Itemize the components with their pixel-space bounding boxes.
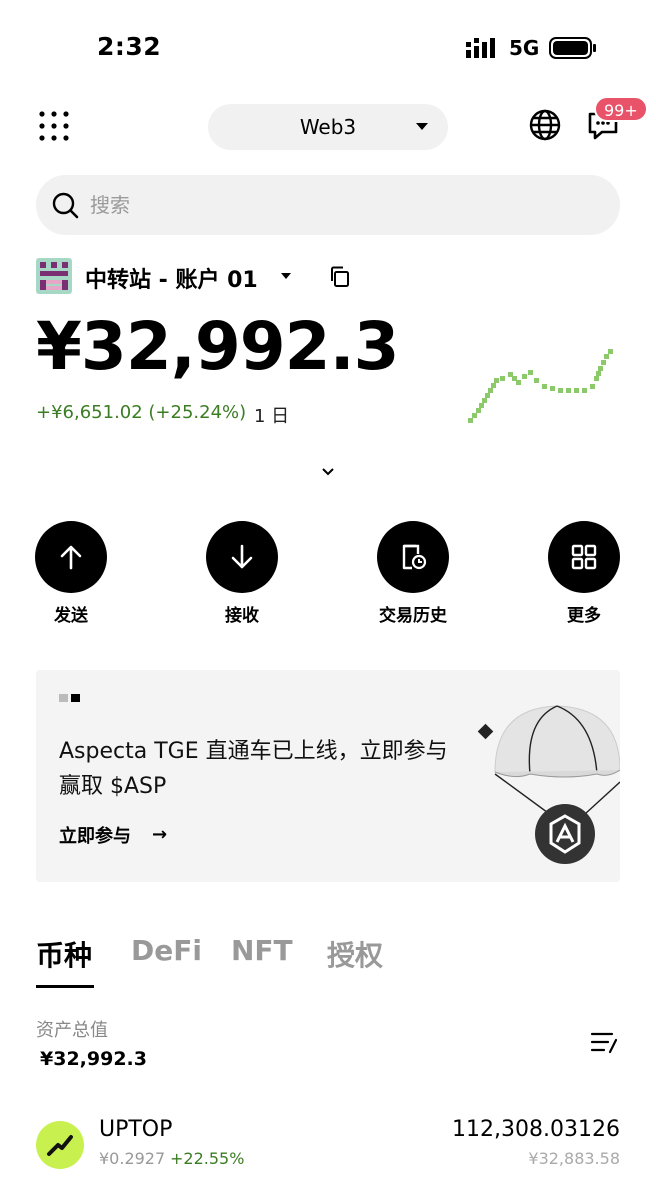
sparkline-pixel (482, 398, 487, 403)
period-label: 1 日 (254, 406, 290, 427)
caret-down-icon (416, 123, 428, 130)
token-amount: 112,308.03126 (452, 1117, 620, 1142)
network-type: 5G (509, 36, 540, 60)
sparkline-pixel (488, 388, 493, 393)
arrow-down-icon (231, 544, 253, 569)
send-action[interactable]: 发送 (16, 521, 126, 626)
send-button[interactable] (35, 521, 107, 593)
arrow-right-icon[interactable]: → (152, 824, 167, 845)
notification-badge: 99+ (594, 96, 648, 122)
token-symbol: UPTOP (99, 1117, 173, 1142)
sparkline-pixel (604, 354, 609, 359)
sparkline-pixel (582, 388, 587, 393)
sparkline-pixel (468, 418, 473, 423)
sparkline-pixel (550, 386, 555, 391)
sparkline-pixel (596, 371, 601, 376)
assets-label: 资产总值 (36, 1020, 108, 1041)
sparkline-pixel (491, 383, 496, 388)
sparkline-pixel (528, 370, 533, 375)
more-action[interactable]: 更多 (529, 521, 639, 626)
account-name[interactable]: 中转站 - 账户 01 (85, 262, 258, 294)
balance-change: +¥6,651.02 (+25.24%) (36, 402, 247, 423)
globe-icon[interactable] (528, 108, 562, 142)
receive-button[interactable] (206, 521, 278, 593)
balance-sparkline (468, 349, 613, 423)
history-action[interactable]: 交易历史 (358, 521, 468, 626)
status-time: 2:32 (97, 32, 162, 61)
sparkline-pixel (476, 408, 481, 413)
sparkline-pixel (601, 360, 606, 365)
sparkline-pixel (522, 374, 527, 379)
more-button[interactable] (548, 521, 620, 593)
sparkline-pixel (485, 393, 490, 398)
history-button[interactable] (377, 521, 449, 593)
grid-icon (571, 544, 597, 570)
receive-label: 接收 (225, 606, 259, 626)
tab-tokens[interactable]: 币种 (36, 934, 92, 974)
assets-value: ¥32,992.3 (40, 1048, 147, 1070)
sparkline-pixel (558, 388, 563, 393)
sparkline-pixel (566, 388, 571, 393)
network-selector-label: Web3 (299, 115, 357, 139)
arrow-up-icon (60, 545, 82, 570)
apps-menu-icon[interactable] (38, 110, 70, 142)
sparkline-pixel (494, 378, 499, 383)
parachute-illustration (477, 705, 620, 864)
sparkline-pixel (534, 378, 539, 383)
tab-nft[interactable]: NFT (231, 934, 293, 967)
copy-icon[interactable] (330, 266, 350, 288)
sort-icon[interactable] (590, 1030, 618, 1056)
send-label: 发送 (54, 606, 88, 626)
sparkline-pixel (542, 384, 547, 389)
sparkline-pixel (500, 376, 505, 381)
tab-defi[interactable]: DeFi (131, 934, 202, 967)
token-price: ¥0.2927 (99, 1149, 166, 1168)
caret-down-icon[interactable] (281, 273, 291, 279)
network-selector[interactable]: Web3 (208, 104, 448, 150)
search-input[interactable] (90, 190, 570, 220)
sparkline-pixel (590, 384, 595, 389)
sparkline-pixel (479, 403, 484, 408)
tab-approvals[interactable]: 授权 (327, 934, 383, 974)
sparkline-pixel (472, 413, 477, 418)
token-fiat-value: ¥32,883.58 (528, 1149, 620, 1168)
sparkline-pixel (574, 388, 579, 393)
wallet-avatar[interactable] (36, 258, 72, 294)
history-label: 交易历史 (379, 606, 447, 626)
sparkline-pixel (608, 349, 613, 354)
chevron-down-icon[interactable] (320, 466, 336, 478)
signal-icon (466, 38, 495, 58)
sparkline-pixel (594, 376, 599, 381)
token-icon (36, 1121, 84, 1169)
sparkline-pixel (516, 380, 521, 385)
banner-title: Aspecta TGE 直通车已上线，立即参与赢取 $ASP (59, 739, 448, 799)
token-change: +22.55% (170, 1149, 245, 1168)
banner-cta[interactable]: 立即参与 (59, 822, 131, 848)
receive-action[interactable]: 接收 (187, 521, 297, 626)
sparkline-pixel (598, 366, 603, 371)
total-balance: ¥32,992.3 (36, 308, 400, 385)
more-label: 更多 (567, 606, 601, 626)
trend-up-icon (47, 1135, 73, 1156)
history-icon (402, 544, 427, 570)
search-icon (52, 192, 79, 219)
active-tab-indicator (36, 985, 94, 988)
carousel-indicator (59, 694, 80, 702)
battery-icon (549, 37, 596, 59)
